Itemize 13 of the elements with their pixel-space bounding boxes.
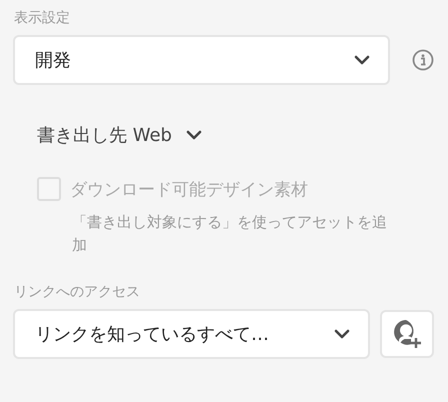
- hint-text: 「書き出し対象にする」を使ってアセットを追加: [72, 212, 388, 256]
- checkbox-label: ダウンロード可能デザイン素材: [70, 178, 308, 200]
- chevron-down-icon: [334, 329, 350, 339]
- dropdown[interactable]: 開発: [13, 35, 390, 85]
- export-target-dropdown[interactable]: 書き出し先 Web: [37, 123, 202, 147]
- chevron-down-icon: [186, 130, 202, 140]
- dropdown[interactable]: リンクを知っているすべて…: [13, 309, 370, 359]
- section-label: 表示設定: [14, 9, 71, 27]
- person-add-icon: [391, 318, 423, 350]
- info-icon[interactable]: [412, 49, 434, 71]
- chevron-down-icon: [354, 55, 370, 65]
- section-label: リンクへのアクセス: [14, 283, 141, 301]
- add-person-button[interactable]: [380, 310, 434, 358]
